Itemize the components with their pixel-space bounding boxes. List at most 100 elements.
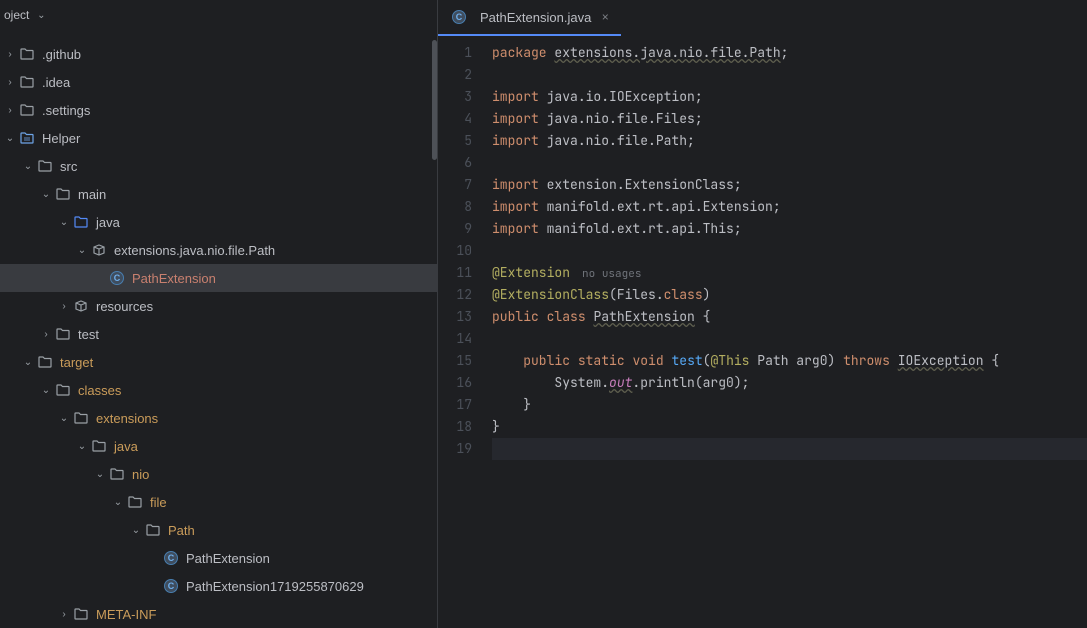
chevron-down-icon[interactable]: ⌄ [56, 410, 72, 426]
chevron-down-icon[interactable]: ⌄ [2, 130, 18, 146]
code-line[interactable]: package extensions.java.nio.file.Path; [492, 42, 1087, 64]
tree-item-label: PathExtension [132, 271, 216, 286]
tree-item-label: classes [78, 383, 121, 398]
tree-item[interactable]: › resources [0, 292, 437, 320]
code-line[interactable] [492, 328, 1087, 350]
tree-item[interactable]: ⌄java [0, 208, 437, 236]
tree-item[interactable]: CPathExtension1719255870629 [0, 572, 437, 600]
code-line[interactable]: import java.io.IOException; [492, 86, 1087, 108]
code-line[interactable] [492, 438, 1087, 460]
chevron-down-icon[interactable]: ⌄ [110, 494, 126, 510]
tree-item[interactable]: ⌄Path [0, 516, 437, 544]
code-line[interactable]: public static void test(@This Path arg0)… [492, 350, 1087, 372]
chevron-down-icon[interactable]: ⌄ [20, 354, 36, 370]
chevron-right-icon[interactable]: › [2, 46, 18, 62]
code-line[interactable]: import java.nio.file.Files; [492, 108, 1087, 130]
tree-item[interactable]: ⌄ target [0, 348, 437, 376]
tree-item[interactable]: ⌄ classes [0, 376, 437, 404]
tree-item[interactable]: ⌄Helper [0, 124, 437, 152]
line-number: 17 [438, 394, 472, 416]
tree-item[interactable]: C PathExtension [0, 264, 437, 292]
tree-item[interactable]: ⌄nio [0, 460, 437, 488]
line-number: 7 [438, 174, 472, 196]
tree-item[interactable]: ⌄ extensions.java.nio.file.Path [0, 236, 437, 264]
chevron-right-icon[interactable]: › [2, 102, 18, 118]
project-sidebar: oject ⌄ ›.github›.idea›.settings⌄Helper⌄… [0, 0, 438, 628]
code-line[interactable]: import extension.ExtensionClass; [492, 174, 1087, 196]
folder-icon [72, 409, 90, 427]
folder-icon [36, 157, 54, 175]
code-line[interactable]: System.out.println(arg0); [492, 372, 1087, 394]
line-number: 2 [438, 64, 472, 86]
tree-item[interactable]: › test [0, 320, 437, 348]
tree-item[interactable]: ⌄src [0, 152, 437, 180]
line-number: 6 [438, 152, 472, 174]
close-icon[interactable]: × [597, 9, 613, 25]
tree-item[interactable]: ›.settings [0, 96, 437, 124]
line-number: 12 [438, 284, 472, 306]
line-number: 19 [438, 438, 472, 460]
class-icon: C [450, 8, 468, 26]
folder-icon [54, 325, 72, 343]
tree-item[interactable]: ⌄file [0, 488, 437, 516]
line-number: 10 [438, 240, 472, 262]
class-icon: C [108, 269, 126, 287]
tree-item[interactable]: ⌄main [0, 180, 437, 208]
tree-item[interactable]: ›META-INF [0, 600, 437, 628]
chevron-right-icon[interactable]: › [56, 606, 72, 622]
tree-item-label: extensions.java.nio.file.Path [114, 243, 275, 258]
code-line[interactable]: import java.nio.file.Path; [492, 130, 1087, 152]
code-line[interactable]: } [492, 394, 1087, 416]
editor-tabs: C PathExtension.java × [438, 0, 1087, 36]
code-line[interactable] [492, 240, 1087, 262]
module-icon [18, 129, 36, 147]
tree-item[interactable]: ⌄ extensions [0, 404, 437, 432]
chevron-down-icon[interactable]: ⌄ [74, 242, 90, 258]
chevron-down-icon[interactable]: ⌄ [20, 158, 36, 174]
folder-icon [72, 213, 90, 231]
tree-item[interactable]: ›.idea [0, 68, 437, 96]
chevron-down-icon[interactable]: ⌄ [56, 214, 72, 230]
tab-pathextension[interactable]: C PathExtension.java × [438, 0, 621, 36]
code-line[interactable]: import manifold.ext.rt.api.This; [492, 218, 1087, 240]
scrollbar[interactable] [432, 40, 437, 160]
tree-item-label: resources [96, 299, 153, 314]
chevron-right-icon[interactable]: › [38, 326, 54, 342]
line-gutter: 12345678910111213141516171819 [438, 36, 492, 628]
chevron-down-icon[interactable]: ⌄ [38, 382, 54, 398]
chevron-down-icon[interactable]: ⌄ [74, 438, 90, 454]
code-line[interactable]: @Extensionno usages [492, 262, 1087, 284]
folder-icon [18, 73, 36, 91]
code-line[interactable] [492, 64, 1087, 86]
chevron-down-icon[interactable]: ⌄ [92, 466, 108, 482]
line-number: 18 [438, 416, 472, 438]
code-line[interactable] [492, 152, 1087, 174]
chevron-down-icon[interactable]: ⌄ [128, 522, 144, 538]
line-number: 15 [438, 350, 472, 372]
chevron-down-icon[interactable]: ⌄ [33, 7, 49, 23]
folder-icon [108, 465, 126, 483]
project-tree: ›.github›.idea›.settings⌄Helper⌄src⌄main… [0, 30, 437, 628]
folder-icon [126, 493, 144, 511]
chevron-right-icon[interactable]: › [56, 298, 72, 314]
project-label: oject [4, 8, 29, 22]
chevron-right-icon[interactable]: › [2, 74, 18, 90]
tree-item-label: extensions [96, 411, 158, 426]
line-number: 5 [438, 130, 472, 152]
sidebar-header[interactable]: oject ⌄ [0, 0, 437, 30]
tree-item-label: test [78, 327, 99, 342]
code-line[interactable]: @ExtensionClass(Files.class) [492, 284, 1087, 306]
code-line[interactable]: public class PathExtension { [492, 306, 1087, 328]
folder-icon [18, 45, 36, 63]
tree-item[interactable]: ⌄java [0, 432, 437, 460]
tree-item-label: target [60, 355, 93, 370]
tree-item[interactable]: CPathExtension [0, 544, 437, 572]
line-number: 1 [438, 42, 472, 64]
chevron-down-icon[interactable]: ⌄ [38, 186, 54, 202]
code-line[interactable]: import manifold.ext.rt.api.Extension; [492, 196, 1087, 218]
tree-item[interactable]: ›.github [0, 40, 437, 68]
code-content[interactable]: package extensions.java.nio.file.Path; im… [492, 36, 1087, 628]
code-line[interactable]: } [492, 416, 1087, 438]
code-editor[interactable]: 12345678910111213141516171819 package ex… [438, 36, 1087, 628]
line-number: 11 [438, 262, 472, 284]
